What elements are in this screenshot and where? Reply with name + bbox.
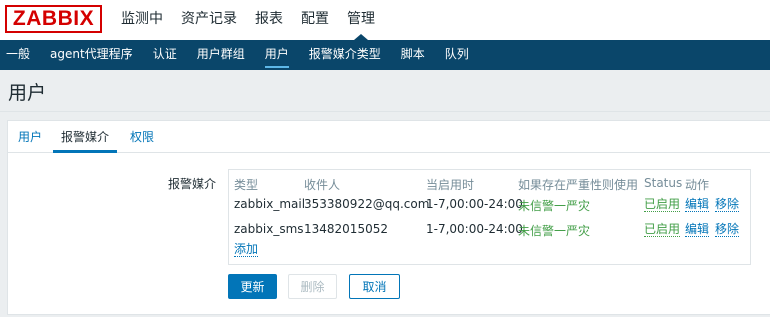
sub-menu: 一般 agent代理程序 认证 用户群组 用户 报警媒介类型 脚本 队列 bbox=[0, 40, 770, 70]
main-menu-reports[interactable]: 报表 bbox=[246, 0, 292, 40]
main-menu-configuration[interactable]: 配置 bbox=[292, 0, 338, 40]
col-header-recipient: 收件人 bbox=[304, 178, 341, 192]
media-status-link[interactable]: 已启用 bbox=[644, 198, 681, 212]
sub-menu-users[interactable]: 用户 bbox=[255, 40, 299, 70]
page-title: 用户 bbox=[8, 82, 47, 104]
sub-menu-user-groups[interactable]: 用户群组 bbox=[187, 40, 255, 70]
main-menu-administration[interactable]: 管理 bbox=[338, 0, 384, 40]
sub-menu-media-types[interactable]: 报警媒介类型 bbox=[299, 40, 391, 70]
col-header-type: 类型 bbox=[234, 178, 259, 192]
cancel-button[interactable]: 取消 bbox=[349, 274, 400, 299]
media-remove-link[interactable]: 移除 bbox=[715, 223, 740, 237]
media-severity-cell: 未信警一严灾 bbox=[518, 224, 591, 238]
page-header: 用户 bbox=[0, 70, 770, 112]
media-period-cell: 1-7,00:00-24:00 bbox=[426, 222, 523, 236]
media-recipient-cell: 13482015052 bbox=[304, 222, 388, 236]
tab-permissions[interactable]: 权限 bbox=[130, 121, 154, 153]
zabbix-logo[interactable]: ZABBIX bbox=[5, 5, 102, 33]
media-remove-link[interactable]: 移除 bbox=[715, 198, 740, 212]
col-header-severity: 如果存在严重性则使用 bbox=[518, 178, 639, 192]
media-edit-link[interactable]: 编辑 bbox=[685, 198, 710, 212]
top-bar: ZABBIX 监测中 资产记录 报表 配置 管理 bbox=[0, 0, 770, 40]
sub-menu-authentication[interactable]: 认证 bbox=[143, 40, 187, 70]
col-header-status: Status bbox=[644, 176, 683, 190]
sub-menu-proxies[interactable]: agent代理程序 bbox=[40, 40, 143, 70]
col-header-when-active: 当启用时 bbox=[426, 178, 475, 192]
media-recipient-cell: 353380922@qq.com bbox=[304, 197, 430, 211]
user-form-panel: 用户 报警媒介 权限 报警媒介 类型 收件人 当启用时 如果存在严重性则使用 S… bbox=[7, 120, 770, 315]
tab-media[interactable]: 报警媒介 bbox=[53, 121, 118, 153]
main-menu: 监测中 资产记录 报表 配置 管理 bbox=[112, 0, 384, 40]
main-menu-inventory[interactable]: 资产记录 bbox=[172, 0, 246, 40]
media-table: 类型 收件人 当启用时 如果存在严重性则使用 Status 动作 zabbix_… bbox=[228, 169, 751, 265]
media-status-link[interactable]: 已启用 bbox=[644, 223, 681, 237]
add-media-link[interactable]: 添加 bbox=[234, 243, 259, 257]
sub-menu-scripts[interactable]: 脚本 bbox=[391, 40, 435, 70]
media-edit-link[interactable]: 编辑 bbox=[685, 223, 710, 237]
sub-menu-general[interactable]: 一般 bbox=[0, 40, 40, 70]
sub-menu-queue[interactable]: 队列 bbox=[435, 40, 479, 70]
col-header-action: 动作 bbox=[685, 178, 710, 192]
tab-user[interactable]: 用户 bbox=[18, 121, 42, 153]
update-button[interactable]: 更新 bbox=[228, 274, 277, 299]
media-type-cell: zabbix_sms bbox=[234, 222, 304, 236]
media-severity-cell: 未信警一严灾 bbox=[518, 199, 591, 213]
main-menu-monitoring[interactable]: 监测中 bbox=[112, 0, 172, 40]
media-period-cell: 1-7,00:00-24:00 bbox=[426, 197, 523, 211]
tab-bar: 用户 报警媒介 权限 bbox=[8, 121, 770, 153]
delete-button[interactable]: 删除 bbox=[288, 274, 337, 299]
media-label: 报警媒介 bbox=[168, 177, 217, 191]
media-type-cell: zabbix_mail bbox=[234, 197, 306, 211]
